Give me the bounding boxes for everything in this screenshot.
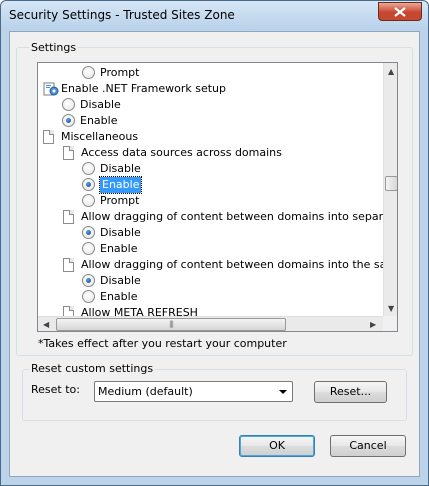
ok-button[interactable]: OK <box>239 435 315 457</box>
tree-option-row[interactable]: Enable <box>38 176 383 194</box>
radio-checked[interactable] <box>62 114 75 127</box>
page-icon <box>63 258 74 272</box>
restart-note: *Takes effect after you restart your com… <box>38 337 287 350</box>
reset-group-label: Reset custom settings <box>29 362 156 375</box>
radio-unchecked[interactable] <box>82 290 95 303</box>
radio-unchecked[interactable] <box>82 194 95 207</box>
tree-option-label[interactable]: Disable <box>80 97 121 113</box>
tree-option-label[interactable]: Prompt <box>100 65 139 81</box>
tree-option-row[interactable]: Prompt <box>38 65 383 81</box>
tree-setting-label: Access data sources across domains <box>81 146 282 159</box>
window-title: Security Settings - Trusted Sites Zone <box>9 8 235 22</box>
tree-option-label[interactable]: Disable <box>100 161 141 177</box>
tree-setting-row: Access data sources across domains <box>38 145 383 161</box>
radio-checked[interactable] <box>82 274 95 287</box>
cancel-button[interactable]: Cancel <box>330 435 406 457</box>
close-icon <box>394 7 406 17</box>
reset-level-select[interactable]: Medium (default) <box>94 381 293 402</box>
settings-group-label: Settings <box>29 41 79 54</box>
tree-option-row[interactable]: Disable <box>38 273 383 289</box>
chevron-down-icon <box>279 390 287 394</box>
page-icon <box>63 146 74 160</box>
scroll-right-icon[interactable]: ▶ <box>370 321 376 329</box>
scroll-left-icon[interactable]: ◀ <box>43 321 49 329</box>
reset-level-value: Medium (default) <box>98 385 193 398</box>
tree-category-row: Miscellaneous <box>38 129 383 145</box>
title-bar[interactable]: Security Settings - Trusted Sites Zone <box>1 1 428 30</box>
tree-category-row: Enable .NET Framework setup <box>38 81 383 97</box>
settings-tree[interactable]: Prompt Enable .NET Framework setup Disable… <box>37 62 398 332</box>
scroll-up-icon[interactable]: ▲ <box>388 68 394 76</box>
tree-option-label[interactable]: Enable <box>100 289 137 305</box>
tree-option-row[interactable]: Disable <box>38 97 383 113</box>
tree-setting-label: Allow dragging of content between domain… <box>81 210 398 223</box>
tree-option-row[interactable]: Prompt <box>38 193 383 209</box>
tree-option-row[interactable]: Disable <box>38 225 383 241</box>
tree-option-label[interactable]: Enable <box>98 176 143 194</box>
reset-button[interactable]: Reset... <box>314 381 387 403</box>
tree-option-label[interactable]: Prompt <box>100 193 139 209</box>
tree-category-label: Enable .NET Framework setup <box>61 82 227 95</box>
vertical-scrollbar[interactable]: ▲ ▼ <box>383 63 397 316</box>
tree-option-label[interactable]: Enable <box>80 113 117 129</box>
tree-option-row[interactable]: Enable <box>38 113 383 129</box>
radio-unchecked[interactable] <box>82 162 95 175</box>
tree-setting-row: Allow dragging of content between domain… <box>38 257 397 273</box>
dialog-client-area: Settings Prompt Enable .NET Framework set… <box>9 31 420 477</box>
tree-setting-row: Allow dragging of content between domain… <box>38 209 397 225</box>
radio-unchecked[interactable] <box>82 66 95 79</box>
security-settings-dialog: Security Settings - Trusted Sites Zone S… <box>0 0 429 486</box>
tree-option-label[interactable]: Enable <box>100 241 137 257</box>
close-button[interactable] <box>378 2 422 21</box>
tree-option-row[interactable]: Enable <box>38 241 383 257</box>
scrollbar-corner <box>383 316 397 331</box>
radio-unchecked[interactable] <box>62 98 75 111</box>
tree-option-label[interactable]: Disable <box>100 273 141 289</box>
page-icon <box>63 210 74 224</box>
tree-category-label: Miscellaneous <box>61 130 139 143</box>
radio-unchecked[interactable] <box>82 242 95 255</box>
horizontal-scroll-thumb[interactable]: ||| <box>56 318 286 331</box>
reset-to-label: Reset to: <box>31 383 80 396</box>
vertical-scroll-thumb[interactable] <box>385 176 397 191</box>
scroll-down-icon[interactable]: ▼ <box>388 305 394 313</box>
tree-option-row[interactable]: Enable <box>38 289 383 305</box>
radio-checked[interactable] <box>82 178 95 191</box>
page-icon <box>43 130 54 144</box>
tree-setting-label: Allow dragging of content between domain… <box>81 258 398 271</box>
radio-checked[interactable] <box>82 226 95 239</box>
tree-option-label[interactable]: Disable <box>100 225 141 241</box>
horizontal-scrollbar[interactable]: ◀ ||| ▶ <box>38 316 383 331</box>
tree-option-row[interactable]: Disable <box>38 161 383 177</box>
